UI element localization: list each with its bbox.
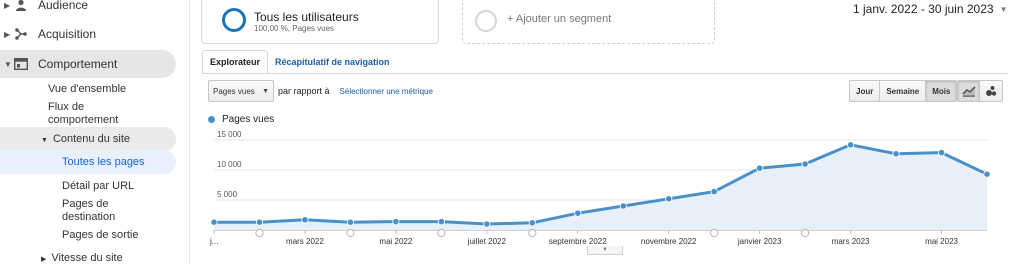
x-tick-label: juillet 2022 (467, 237, 507, 246)
add-segment-label: + Ajouter un segment (507, 13, 612, 25)
chart-legend: Pages vues (208, 114, 274, 125)
data-point (483, 220, 491, 228)
data-point (392, 218, 400, 226)
pageviews-chart: 15 000 10 000 5 000 j... mars 2022 mai 2022 j… (190, 128, 1024, 264)
sidebar-subitem-all-pages[interactable]: Toutes les pages (62, 156, 145, 169)
segment-circle-icon (222, 8, 246, 32)
period-day-button[interactable]: Jour (850, 81, 881, 101)
annotation-marker (801, 228, 810, 238)
annotation-marker (710, 228, 719, 238)
select-metric-link[interactable]: Sélectionner une métrique (340, 87, 433, 96)
annotation-marker (346, 228, 355, 238)
x-tick-label: novembre 2022 (641, 237, 697, 246)
legend-label: Pages vues (222, 114, 275, 125)
motion-chart-button[interactable] (980, 81, 1002, 101)
sidebar-subitem-site-content[interactable]: ▼ Contenu du site (41, 133, 130, 147)
compare-label: par rapport à (278, 86, 330, 96)
chevron-down-icon: ▼ (4, 59, 12, 69)
x-tick-label: septembre 2022 (549, 237, 607, 246)
chevron-right-icon: ▶ (4, 0, 11, 10)
analytics-page: ▶ Audience ▶ Acquisition ▼ Comportement … (0, 0, 1024, 264)
data-point (528, 219, 536, 227)
x-tick-label: j... (209, 237, 218, 246)
x-tick-label: mars 2022 (286, 237, 324, 246)
chevron-right-icon: ▶ (4, 29, 11, 39)
period-toggle: Jour Semaine Mois (849, 80, 958, 102)
metric-dropdown-value: Pages vues (213, 86, 255, 96)
data-point (301, 216, 309, 224)
data-point (346, 218, 355, 226)
data-point (574, 209, 582, 217)
sidebar-item-acquisition[interactable]: ▶ Acquisition (0, 20, 190, 48)
data-point (937, 148, 946, 157)
metric-dropdown[interactable]: Pages vues ▼ (208, 80, 274, 102)
data-point (756, 164, 764, 172)
caret-right-icon: ▶ (41, 256, 47, 263)
line-chart-icon (961, 86, 976, 97)
period-month-button[interactable]: Mois (926, 81, 957, 101)
data-point (983, 170, 991, 178)
sidebar-subitem-overview[interactable]: Vue d'ensemble (48, 83, 126, 96)
segment-all-users[interactable]: Tous les utilisateurs 100,00 %, Pages vu… (201, 0, 439, 44)
date-range-picker[interactable]: 1 janv. 2022 - 30 juin 2023 ▼ (853, 2, 1007, 16)
date-range-label: 1 janv. 2022 - 30 juin 2023 (853, 2, 994, 16)
tab-explorer[interactable]: Explorateur (202, 50, 269, 74)
data-point (210, 218, 218, 226)
sidebar-item-label: Comportement (38, 57, 118, 71)
y-tick-label: 5 000 (217, 190, 238, 199)
period-week-button[interactable]: Semaine (880, 81, 927, 101)
data-point (619, 202, 627, 210)
data-point (665, 195, 673, 203)
sidebar-item-label: Acquisition (38, 27, 97, 41)
empty-segment-icon (475, 10, 497, 32)
caret-down-icon: ▼ (999, 4, 1008, 14)
chart-type-toggle (957, 80, 1003, 102)
caret-down-icon: ▼ (41, 137, 48, 144)
behavior-icon (14, 57, 28, 71)
metric-controls: Pages vues ▼ par rapport à Sélectionner … (208, 80, 433, 102)
sidebar-subitem-drilldown[interactable]: Détail par URL (62, 180, 134, 193)
line-chart-button[interactable] (958, 81, 980, 101)
annotation-marker (437, 228, 446, 238)
tab-divider (202, 73, 1008, 74)
add-segment-button[interactable]: + Ajouter un segment (462, 0, 715, 44)
person-icon (14, 0, 28, 12)
sidebar-subitem-exit-pages[interactable]: Pages de sortie (62, 229, 138, 242)
sidebar-subitem-label: Vitesse du site (51, 252, 123, 264)
data-point (710, 187, 718, 196)
sidebar-subitem-site-speed[interactable]: ▶ Vitesse du site (41, 252, 123, 264)
chart-svg: 15 000 10 000 5 000 j... mars 2022 mai 2022 j… (209, 130, 991, 246)
y-tick-label: 10 000 (217, 160, 242, 169)
data-point (255, 218, 264, 226)
x-tick-label: mars 2023 (832, 237, 870, 246)
annotation-marker (255, 228, 264, 238)
sidebar-item-audience[interactable]: ▶ Audience (0, 0, 190, 19)
legend-marker (208, 116, 215, 123)
sidebar-subitem-label: Contenu du site (52, 133, 130, 145)
sidebar-item-comportement[interactable]: ▼ Comportement (0, 50, 190, 78)
sidebar-item-label: Audience (38, 0, 89, 12)
report-tabs: Explorateur Récapitulatif de navigation (202, 50, 397, 74)
sidebar-subitem-behavior-flow[interactable]: Flux de comportement (48, 101, 148, 127)
segment-title: Tous les utilisateurs (254, 10, 359, 24)
x-tick-label: mai 2022 (379, 237, 412, 246)
x-tick-label: janvier 2023 (737, 237, 782, 246)
chart-expand-handle[interactable]: ▼ (587, 246, 623, 255)
caret-down-icon: ▼ (262, 87, 269, 95)
data-point (846, 141, 855, 149)
x-tick-label: mai 2023 (925, 237, 958, 246)
sidebar-subitem-landing-pages[interactable]: Pages de destination (62, 198, 152, 224)
area-fill (214, 144, 987, 230)
y-tick-label: 15 000 (217, 130, 242, 139)
tab-navigation-summary[interactable]: Récapitulatif de navigation (268, 50, 397, 74)
bubble-chart-icon (986, 86, 997, 96)
data-point (892, 150, 900, 158)
annotation-marker (528, 228, 537, 238)
sidebar: ▶ Audience ▶ Acquisition ▼ Comportement … (0, 0, 190, 264)
main-content: Tous les utilisateurs 100,00 %, Pages vu… (190, 0, 1024, 264)
segment-subtitle: 100,00 %, Pages vues (254, 24, 335, 33)
data-point (437, 218, 445, 226)
data-point (801, 160, 809, 168)
acquisition-icon (14, 27, 28, 41)
